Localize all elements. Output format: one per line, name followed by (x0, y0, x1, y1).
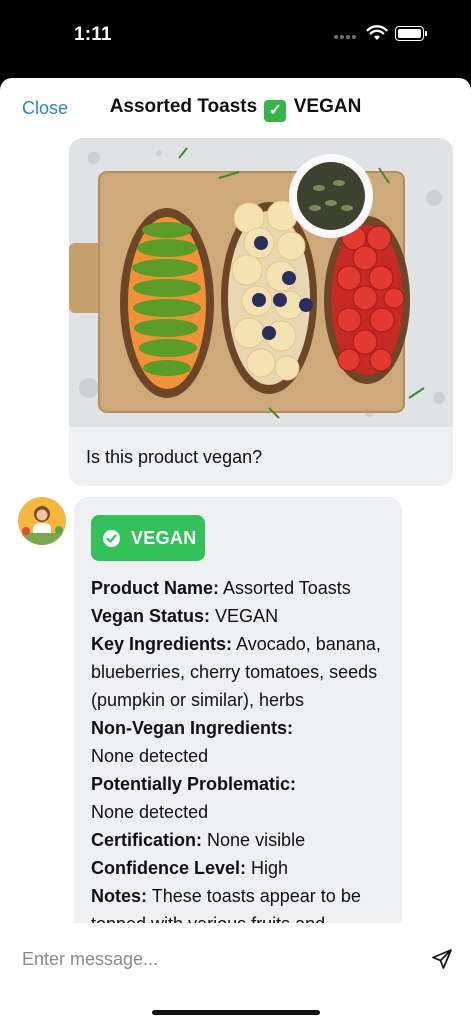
user-message-bubble: Is this product vegan? (69, 138, 453, 486)
check-circle-icon (103, 530, 120, 547)
check-mark-icon: ✓ (264, 100, 287, 122)
send-icon[interactable] (430, 947, 454, 971)
detail-label: Potentially Problematic: (91, 774, 297, 794)
message-composer (0, 923, 471, 1024)
home-indicator (152, 1010, 320, 1015)
message-input[interactable] (22, 943, 402, 975)
detail-label: Key Ingredients: (91, 634, 233, 654)
detail-value: None detected (91, 802, 209, 822)
title-suffix: VEGAN (293, 96, 362, 117)
chat-sheet: Close Assorted Toasts ✓ VEGAN Is this pr… (0, 78, 471, 1024)
cellular-signal-icon (334, 35, 356, 39)
detail-label: Non-Vegan Ingredients: (91, 718, 294, 738)
detail-row: Product Name: Assorted Toasts (91, 574, 391, 602)
status-time: 1:11 (74, 24, 112, 45)
wifi-icon (366, 25, 388, 40)
assistant-avatar (18, 497, 66, 545)
user-message-text: Is this product vegan? (86, 447, 263, 467)
product-photo[interactable] (69, 138, 453, 427)
detail-row: Certification: None visible (91, 826, 391, 854)
detail-row: Potentially Problematic: None detected (91, 770, 391, 826)
detail-value: Assorted Toasts (223, 578, 351, 598)
detail-value: High (251, 858, 289, 878)
nav-bar: Close Assorted Toasts ✓ VEGAN (0, 78, 471, 134)
detail-row: Non-Vegan Ingredients: None detected (91, 714, 391, 770)
detail-row: Vegan Status: VEGAN (91, 602, 391, 630)
status-bar: 1:11 (0, 0, 471, 78)
title-text: Assorted Toasts (109, 96, 258, 117)
detail-label: Confidence Level: (91, 858, 247, 878)
vegan-status-badge: VEGAN (91, 515, 205, 561)
page-title: Assorted Toasts ✓ VEGAN (0, 96, 471, 122)
detail-value: VEGAN (215, 606, 279, 626)
detail-label: Vegan Status: (91, 606, 211, 626)
detail-value: None detected (91, 746, 209, 766)
detail-label: Notes: (91, 886, 148, 906)
detail-value: None visible (207, 830, 306, 850)
detail-label: Certification: (91, 830, 203, 850)
detail-label: Product Name: (91, 578, 220, 598)
analysis-details: Product Name: Assorted Toasts Vegan Stat… (91, 574, 391, 938)
detail-row: Confidence Level: High (91, 854, 391, 882)
battery-icon (395, 26, 427, 41)
vegan-badge-label: VEGAN (131, 528, 197, 548)
detail-row: Key Ingredients: Avocado, banana, bluebe… (91, 630, 391, 714)
assistant-message-bubble: VEGAN Product Name: Assorted Toasts Vega… (74, 497, 402, 947)
